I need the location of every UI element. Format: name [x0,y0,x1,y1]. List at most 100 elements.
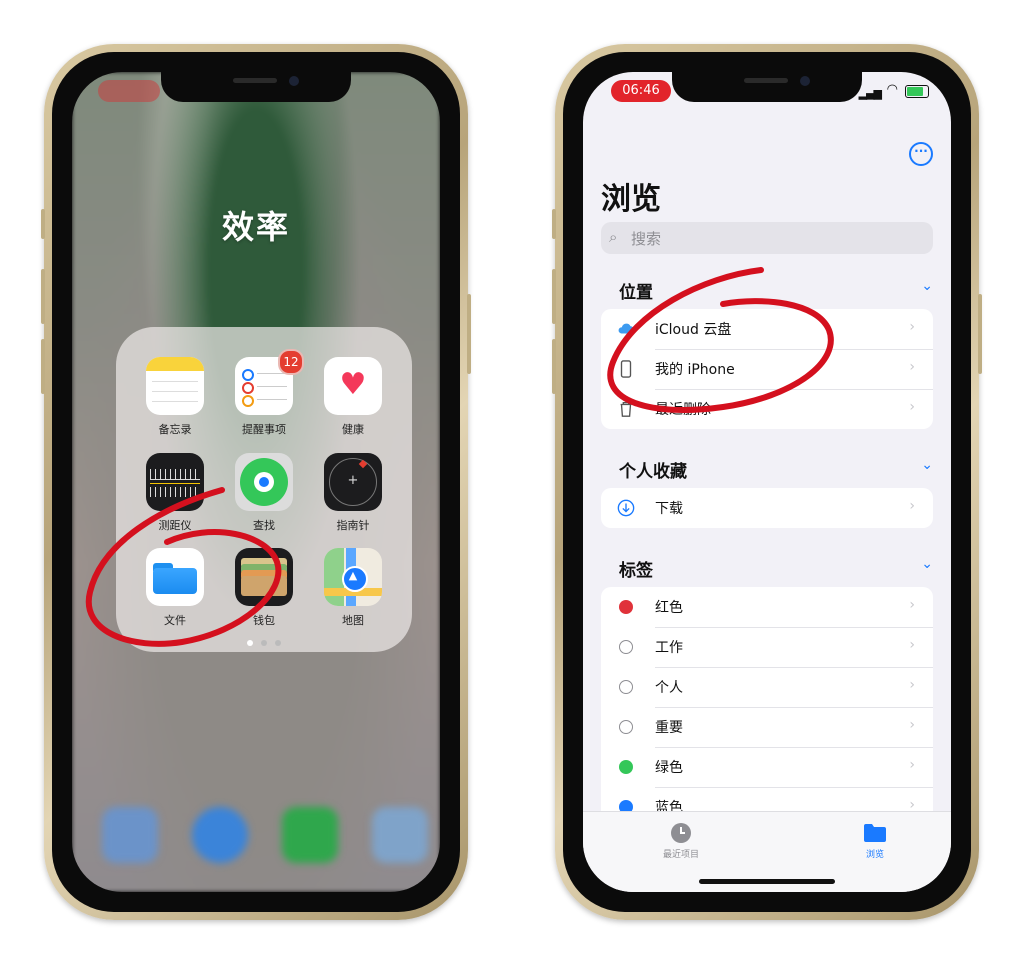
section-title: 标签 [619,561,653,581]
section-header-locations[interactable]: 位置 ⌄ [619,278,933,303]
list-item-downloads[interactable]: 下载 › [601,488,933,528]
folder-icon [864,824,886,842]
app-label: 文件 [164,614,186,627]
section-title: 位置 [619,283,653,303]
page-dot [261,640,267,646]
power-button [467,294,471,374]
search-bar[interactable]: ⌕ [601,222,933,256]
item-label: iCloud 云盘 [655,322,732,338]
download-icon [617,499,635,517]
power-button [978,294,982,374]
chevron-right-icon: › [909,757,915,773]
trash-icon [620,402,632,417]
chevron-right-icon: › [909,399,915,415]
item-label: 个人 [655,680,683,696]
chevron-right-icon: › [909,637,915,653]
files-app-screen: 06:46 ▂▄▆ ◠ ··· 浏览 ⌕ 位置 ⌄ iCloud 云盘 › [583,72,951,892]
app-health[interactable]: ♥ 健康 [323,357,383,437]
list-item-tag-personal[interactable]: 个人 › [601,667,933,707]
list-item-tag-work[interactable]: 工作 › [601,627,933,667]
notch [161,72,351,102]
compass-icon: + [324,453,382,511]
app-reminders[interactable]: 12 提醒事项 [234,349,304,437]
left-phone-frame: 效率 备忘录 12 提醒事项 ♥ 健康 测距仪 查找 + 指南针 文件 钱包 ▲… [41,44,471,920]
app-label: 查找 [253,519,275,532]
home-screen: 效率 备忘录 12 提醒事项 ♥ 健康 测距仪 查找 + 指南针 文件 钱包 ▲… [72,72,440,892]
volume-down-button [41,339,45,394]
list-item-recently-deleted[interactable]: 最近删除 › [601,389,933,429]
item-label: 最近删除 [655,402,711,418]
status-time: 06:46 [611,80,671,102]
tag-dot-empty [619,680,633,694]
chevron-down-icon[interactable]: ⌄ [921,278,933,294]
section-header-favorites[interactable]: 个人收藏 ⌄ [619,457,933,482]
right-phone-frame: 06:46 ▂▄▆ ◠ ··· 浏览 ⌕ 位置 ⌄ iCloud 云盘 › [552,44,982,920]
favorites-list: 下载 › [601,488,933,528]
tab-bar: 最近项目 浏览 [583,811,951,892]
dock-icon-blur [192,807,248,863]
volume-down-button [552,339,556,394]
chevron-down-icon[interactable]: ⌄ [921,556,933,572]
list-item-tag-green[interactable]: 绿色 › [601,747,933,787]
volume-up-button [552,269,556,324]
page-dots[interactable] [116,631,412,650]
clock-icon [671,823,691,843]
maps-icon: ▲ [324,548,382,606]
item-label: 我的 iPhone [655,362,735,378]
app-files[interactable]: 文件 [145,548,205,628]
mute-switch [552,209,556,239]
app-label: 提醒事项 [242,423,286,436]
tag-dot-empty [619,640,633,654]
app-folder[interactable]: 备忘录 12 提醒事项 ♥ 健康 测距仪 查找 + 指南针 文件 钱包 ▲ 地图 [116,327,412,652]
search-input[interactable] [629,222,913,256]
app-notes[interactable]: 备忘录 [145,357,205,437]
chevron-right-icon: › [909,597,915,613]
app-measure[interactable]: 测距仪 [145,453,205,533]
list-item-icloud[interactable]: iCloud 云盘 › [601,309,933,349]
chevron-down-icon[interactable]: ⌄ [921,457,933,473]
chevron-right-icon: › [909,498,915,514]
battery-icon [905,85,929,98]
more-options-icon[interactable]: ··· [909,142,933,166]
app-label: 测距仪 [158,519,192,532]
wifi-icon: ◠ [886,82,898,97]
icloud-icon [618,323,635,334]
health-heart-icon: ♥ [324,357,382,415]
tag-dot-green [619,760,633,774]
item-label: 下载 [655,501,683,517]
mute-switch [41,209,45,239]
list-item-my-iphone[interactable]: 我的 iPhone › [601,349,933,389]
app-label: 地图 [342,614,364,627]
section-title: 个人收藏 [619,462,687,482]
tag-dot-red [619,600,633,614]
app-maps[interactable]: ▲ 地图 [323,548,383,628]
wallet-icon [235,548,293,606]
list-item-tag-important[interactable]: 重要 › [601,707,933,747]
item-label: 红色 [655,600,683,616]
search-icon: ⌕ [609,228,618,246]
tab-browse[interactable]: 浏览 [835,822,915,860]
notch [672,72,862,102]
dock-icon-blur [282,807,338,863]
bezel: 效率 备忘录 12 提醒事项 ♥ 健康 测距仪 查找 + 指南针 文件 钱包 ▲… [52,52,460,912]
item-label: 绿色 [655,760,683,776]
bezel: 06:46 ▂▄▆ ◠ ··· 浏览 ⌕ 位置 ⌄ iCloud 云盘 › [563,52,971,912]
app-compass[interactable]: + 指南针 [323,453,383,533]
app-label: 备忘录 [158,423,192,436]
notification-badge: 12 [278,349,304,375]
item-label: 重要 [655,720,683,736]
folder-title: 效率 [221,208,290,246]
tab-label: 浏览 [865,850,884,860]
tab-recents[interactable]: 最近项目 [641,822,721,860]
locations-list: iCloud 云盘 › 我的 iPhone › 最近删除 › [601,309,933,429]
app-wallet[interactable]: 钱包 [234,548,294,628]
files-folder-icon [146,548,204,606]
home-indicator[interactable] [699,879,835,884]
app-find-my[interactable]: 查找 [234,453,294,533]
section-header-tags[interactable]: 标签 ⌄ [619,556,933,581]
tab-label: 最近项目 [662,850,699,860]
chevron-right-icon: › [909,677,915,693]
volume-up-button [41,269,45,324]
list-item-tag-red[interactable]: 红色 › [601,587,933,627]
chevron-right-icon: › [909,359,915,375]
